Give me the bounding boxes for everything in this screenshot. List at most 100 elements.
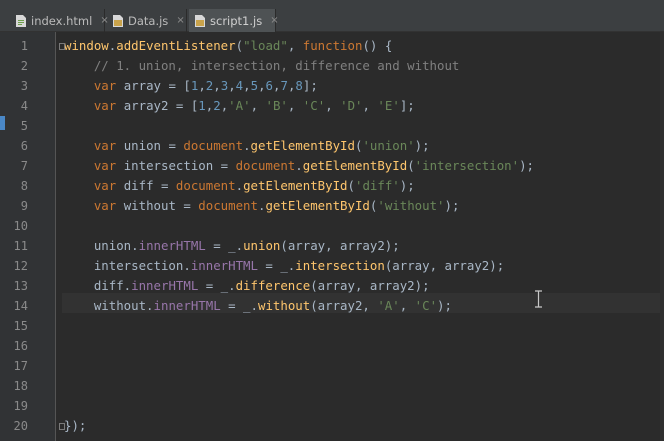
code-token: ( xyxy=(347,178,355,193)
code-token: . xyxy=(295,158,303,173)
code-line: var diff = document.getElementById('diff… xyxy=(64,176,415,196)
code-token: var xyxy=(93,158,117,173)
code-token: , xyxy=(287,98,303,113)
code-line: intersection.innerHTML = _.intersection(… xyxy=(64,256,504,276)
tab-script1-js[interactable]: script1.js × xyxy=(189,9,279,32)
line-number: 14 xyxy=(13,299,28,313)
code-token: union. xyxy=(64,238,139,253)
code-token: var xyxy=(93,178,117,193)
code-token: 5 xyxy=(250,78,259,93)
code-token: union = xyxy=(116,138,184,153)
code-token: ( xyxy=(235,38,244,53)
code-token: (array, array2); xyxy=(280,238,400,253)
tab-index-html[interactable]: index.html × xyxy=(10,9,109,32)
line-number: 18 xyxy=(13,379,28,393)
code-token: document xyxy=(235,158,296,173)
code-token: 'E' xyxy=(377,98,400,113)
code-token: difference xyxy=(235,278,311,293)
line-number: 9 xyxy=(20,199,28,213)
code-token: ( xyxy=(407,158,415,173)
line-number: 11 xyxy=(13,239,28,253)
code-token: 'without' xyxy=(377,198,445,213)
ide-window: index.html × Data.js × script1.js × 1234… xyxy=(0,0,664,441)
code-token: ); xyxy=(519,158,535,173)
code-token: "load" xyxy=(243,38,288,53)
code-token: array = [ xyxy=(116,78,191,93)
code-token: var xyxy=(93,138,117,153)
code-token: getElementById xyxy=(250,138,355,153)
code-token: . xyxy=(243,138,251,153)
code-line: var intersection = document.getElementBy… xyxy=(64,156,534,176)
code-token: ); xyxy=(444,198,460,213)
code-editor[interactable]: window.addEventListener("load", function… xyxy=(56,32,664,441)
code-token: ]; xyxy=(302,78,318,93)
code-line: var array2 = [1,2,'A', 'B', 'C', 'D', 'E… xyxy=(64,96,415,116)
html-file-icon xyxy=(16,14,26,27)
js-file-icon xyxy=(195,14,205,27)
code-line: // 1. union, intersection, difference an… xyxy=(64,56,460,76)
code-token: 6 xyxy=(265,78,273,93)
code-token: (array, array2); xyxy=(384,258,505,273)
code-token: window xyxy=(64,38,109,53)
tab-data-js[interactable]: Data.js × xyxy=(107,9,187,32)
line-number: 2 xyxy=(20,59,28,73)
code-token: 'diff' xyxy=(354,178,400,193)
code-token: () { xyxy=(362,38,393,53)
code-token: without xyxy=(257,298,311,313)
code-token: intersection xyxy=(295,258,385,273)
close-icon[interactable]: × xyxy=(176,15,184,26)
code-token: 4 xyxy=(235,78,244,93)
code-token: 'union' xyxy=(362,138,415,153)
code-token: innerHTML xyxy=(138,238,206,253)
code-token: 'A' xyxy=(228,98,251,113)
code-token: intersection. xyxy=(64,258,191,273)
code-token: diff = xyxy=(116,178,176,193)
code-line: var array = [1,2,3,4,5,6,7,8]; xyxy=(64,76,318,96)
line-number: 17 xyxy=(13,359,28,373)
line-number: 1 xyxy=(20,39,28,53)
code-token: without. xyxy=(64,298,154,313)
code-token: = _. xyxy=(257,258,296,273)
code-token: , xyxy=(243,78,251,93)
tab-label: index.html xyxy=(31,13,93,28)
code-token: (array2, xyxy=(310,298,378,313)
code-line: without.innerHTML = _.without(array2, 'A… xyxy=(64,296,452,316)
code-token: var xyxy=(93,98,117,113)
code-token: 'A' xyxy=(377,298,400,313)
code-token: , xyxy=(399,298,415,313)
line-number: 4 xyxy=(20,99,28,113)
code-token: 'D' xyxy=(340,98,363,113)
line-number: 20 xyxy=(13,419,28,433)
fold-marker-icon[interactable] xyxy=(59,423,65,430)
code-token: document xyxy=(183,138,244,153)
line-number: 6 xyxy=(20,139,28,153)
code-token: getElementById xyxy=(302,158,408,173)
text-cursor-icon xyxy=(535,290,542,308)
bookmark-marker xyxy=(0,116,5,130)
tab-label: Data.js xyxy=(128,13,169,28)
code-token: union xyxy=(243,238,281,253)
code-line: window.addEventListener("load", function… xyxy=(64,36,392,56)
line-number-gutter[interactable]: 1 2 3 4 5 6 7 8 9 10 11 12 13 14 15 16 17 18 19 20 xyxy=(0,32,56,441)
code-token: . xyxy=(235,178,244,193)
code-token: 'C' xyxy=(302,98,326,113)
code-token: , xyxy=(287,38,303,53)
code-token: }); xyxy=(64,418,87,433)
code-token: document xyxy=(198,198,258,213)
code-token: , xyxy=(258,78,266,93)
code-token: , xyxy=(250,98,266,113)
fold-marker-icon[interactable] xyxy=(59,43,65,50)
code-token: ]; xyxy=(399,98,415,113)
code-token: diff. xyxy=(64,278,132,293)
code-token: 7 xyxy=(280,78,288,93)
vertical-scrollbar[interactable] xyxy=(660,32,664,441)
close-icon[interactable]: × xyxy=(270,15,278,26)
code-token: , xyxy=(198,78,206,93)
line-number: 7 xyxy=(20,159,28,173)
code-token: = _. xyxy=(205,238,244,253)
line-number: 8 xyxy=(20,179,28,193)
